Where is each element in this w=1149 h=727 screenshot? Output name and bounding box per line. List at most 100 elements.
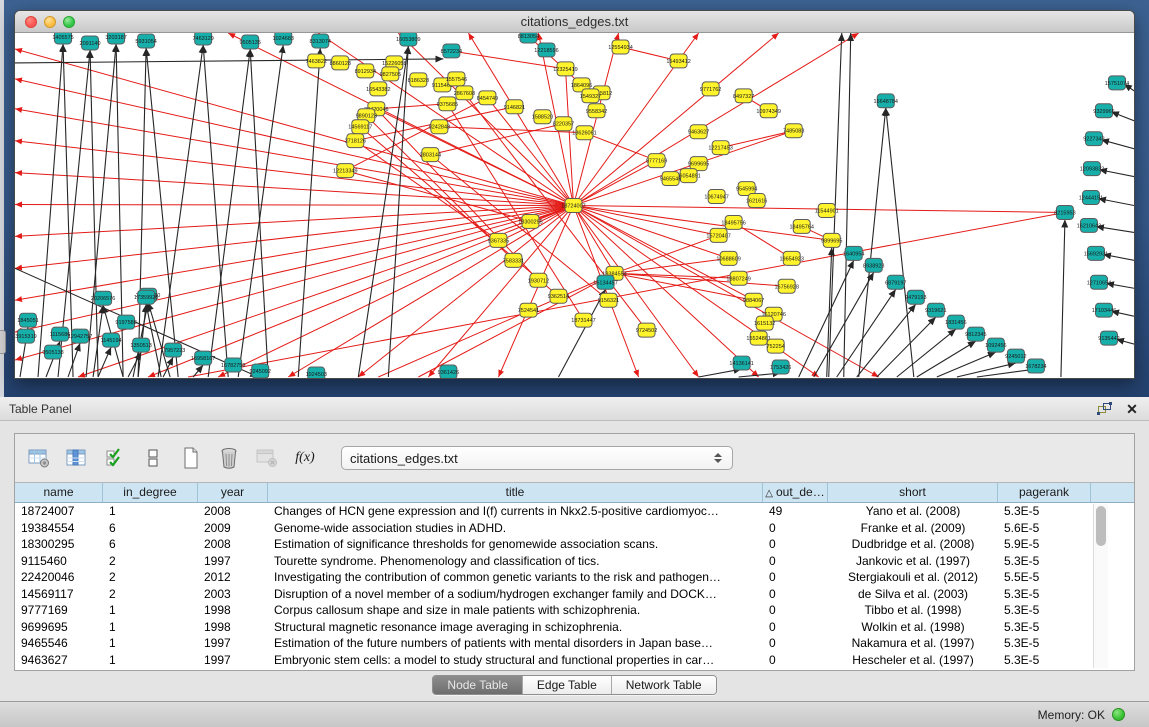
- graph-edge[interactable]: [857, 304, 916, 377]
- table-cell[interactable]: Wolkin et al. (1998): [828, 619, 998, 636]
- graph-edge[interactable]: [844, 33, 851, 377]
- graph-edge[interactable]: [573, 33, 618, 206]
- table-cell[interactable]: 5.3E-5: [998, 602, 1091, 619]
- graph-edge[interactable]: [573, 206, 728, 259]
- graph-edge[interactable]: [68, 343, 80, 377]
- close-window-icon[interactable]: [25, 16, 37, 28]
- minimize-window-icon[interactable]: [44, 16, 56, 28]
- table-cell[interactable]: 1997: [198, 652, 268, 669]
- table-cell[interactable]: 0: [763, 553, 828, 570]
- table-cell[interactable]: Yano et al. (2008): [828, 503, 998, 520]
- tab-node-table[interactable]: Node Table: [433, 676, 523, 694]
- table-cell[interactable]: Stergiakouli et al. (2012): [828, 569, 998, 586]
- table-cell[interactable]: Estimation of the future numbers of pati…: [268, 635, 763, 652]
- graph-edge[interactable]: [218, 206, 573, 378]
- graph-edge[interactable]: [15, 141, 573, 206]
- table-row[interactable]: 1456911722003Disruption of a novel membe…: [15, 586, 1134, 603]
- table-cell[interactable]: 1998: [198, 602, 268, 619]
- table-cell[interactable]: 1998: [198, 619, 268, 636]
- table-cell[interactable]: 9777169: [15, 602, 103, 619]
- graph-edge[interactable]: [288, 206, 573, 378]
- table-cell[interactable]: 49: [763, 503, 828, 520]
- column-header-short[interactable]: short: [828, 483, 998, 502]
- side-panel-grip[interactable]: [0, 330, 6, 354]
- table-cell[interactable]: 1: [103, 635, 198, 652]
- graph-edge[interactable]: [298, 48, 320, 377]
- row-height-icon[interactable]: [139, 445, 167, 471]
- citation-network-graph[interactable]: 1872400774638228860128891293415226058982…: [15, 33, 1134, 378]
- graph-edge[interactable]: [1099, 170, 1134, 177]
- table-row[interactable]: 977716911998Corpus callosum shape and si…: [15, 602, 1134, 619]
- table-cell[interactable]: Estimation of significance thresholds fo…: [268, 536, 763, 553]
- graph-edge[interactable]: [360, 127, 558, 297]
- table-cell[interactable]: 0: [763, 619, 828, 636]
- table-row[interactable]: 1830029562008Estimation of significance …: [15, 536, 1134, 553]
- table-cell[interactable]: 5.9E-5: [998, 536, 1091, 553]
- table-cell[interactable]: 2008: [198, 503, 268, 520]
- graph-edge[interactable]: [203, 45, 228, 377]
- graph-edge[interactable]: [98, 347, 111, 377]
- table-cell[interactable]: 2008: [198, 536, 268, 553]
- table-cell[interactable]: 0: [763, 536, 828, 553]
- column-header-name[interactable]: name: [15, 483, 103, 502]
- graph-edge[interactable]: [15, 49, 573, 206]
- table-cell[interactable]: 6: [103, 520, 198, 537]
- graph-edge[interactable]: [615, 273, 787, 286]
- table-cell[interactable]: 19384554: [15, 520, 103, 537]
- graph-edge[interactable]: [86, 44, 116, 377]
- table-cell[interactable]: de Silva et al. (2003): [828, 586, 998, 603]
- table-cell[interactable]: Jankovic et al. (1997): [828, 553, 998, 570]
- table-cell[interactable]: Corpus callosum shape and size in male p…: [268, 602, 763, 619]
- table-cell[interactable]: 0: [763, 635, 828, 652]
- graph-edge[interactable]: [1096, 226, 1134, 232]
- column-header-in-degree[interactable]: in_degree: [103, 483, 198, 502]
- graph-edge[interactable]: [188, 212, 1065, 377]
- table-cell[interactable]: Genome-wide association studies in ADHD.: [268, 520, 763, 537]
- table-cell[interactable]: 1: [103, 503, 198, 520]
- table-row[interactable]: 946362711997Embryonic stem cells: a mode…: [15, 652, 1134, 669]
- graph-edge[interactable]: [15, 206, 573, 301]
- graph-edge[interactable]: [615, 235, 719, 273]
- table-cell[interactable]: Nakamura et al. (1997): [828, 635, 998, 652]
- delete-column-icon[interactable]: [215, 445, 243, 471]
- table-cell[interactable]: 1: [103, 652, 198, 669]
- table-cell[interactable]: 0: [763, 569, 828, 586]
- memory-ok-icon[interactable]: [1112, 708, 1125, 721]
- table-selector-dropdown[interactable]: citations_edges.txt: [341, 446, 733, 470]
- column-header-year[interactable]: year: [198, 483, 268, 502]
- graph-edge[interactable]: [877, 317, 936, 377]
- graph-edge[interactable]: [138, 48, 146, 377]
- table-cell[interactable]: 2: [103, 586, 198, 603]
- table-cell[interactable]: 1: [103, 602, 198, 619]
- graph-edge[interactable]: [573, 206, 698, 378]
- table-cell[interactable]: 2: [103, 553, 198, 570]
- graph-edge[interactable]: [585, 133, 657, 161]
- table-cell[interactable]: 5.3E-5: [998, 586, 1091, 603]
- graph-edge[interactable]: [573, 206, 614, 274]
- table-cell[interactable]: 5.6E-5: [998, 520, 1091, 537]
- new-column-icon[interactable]: [177, 445, 205, 471]
- table-cell[interactable]: Hescheler et al. (1997): [828, 652, 998, 669]
- graph-edge[interactable]: [90, 50, 98, 377]
- table-row[interactable]: 969969511998Structural magnetic resonanc…: [15, 619, 1134, 636]
- show-columns-icon[interactable]: [63, 445, 91, 471]
- table-cell[interactable]: 5.5E-5: [998, 569, 1091, 586]
- graph-edge[interactable]: [15, 205, 573, 206]
- graph-edge[interactable]: [15, 206, 573, 333]
- graph-edge[interactable]: [917, 341, 976, 377]
- table-cell[interactable]: 5.3E-5: [998, 635, 1091, 652]
- table-cell[interactable]: 9463627: [15, 652, 103, 669]
- tab-edge-table[interactable]: Edge Table: [523, 676, 612, 694]
- table-cell[interactable]: Tibbo et al. (1998): [828, 602, 998, 619]
- graph-edge[interactable]: [1101, 140, 1134, 149]
- table-cell[interactable]: 0: [763, 586, 828, 603]
- close-panel-icon[interactable]: ✕: [1121, 400, 1143, 418]
- graph-edge[interactable]: [208, 49, 250, 377]
- network-canvas[interactable]: 1872400774638228860128891293415226058982…: [15, 33, 1134, 378]
- delete-table-icon[interactable]: [253, 445, 281, 471]
- tab-network-table[interactable]: Network Table: [612, 676, 716, 694]
- table-cell[interactable]: 18724007: [15, 503, 103, 520]
- table-cell[interactable]: Dudbridge et al. (2008): [828, 536, 998, 553]
- graph-edge[interactable]: [937, 352, 996, 377]
- table-row[interactable]: 1938455462009Genome-wide association stu…: [15, 520, 1134, 537]
